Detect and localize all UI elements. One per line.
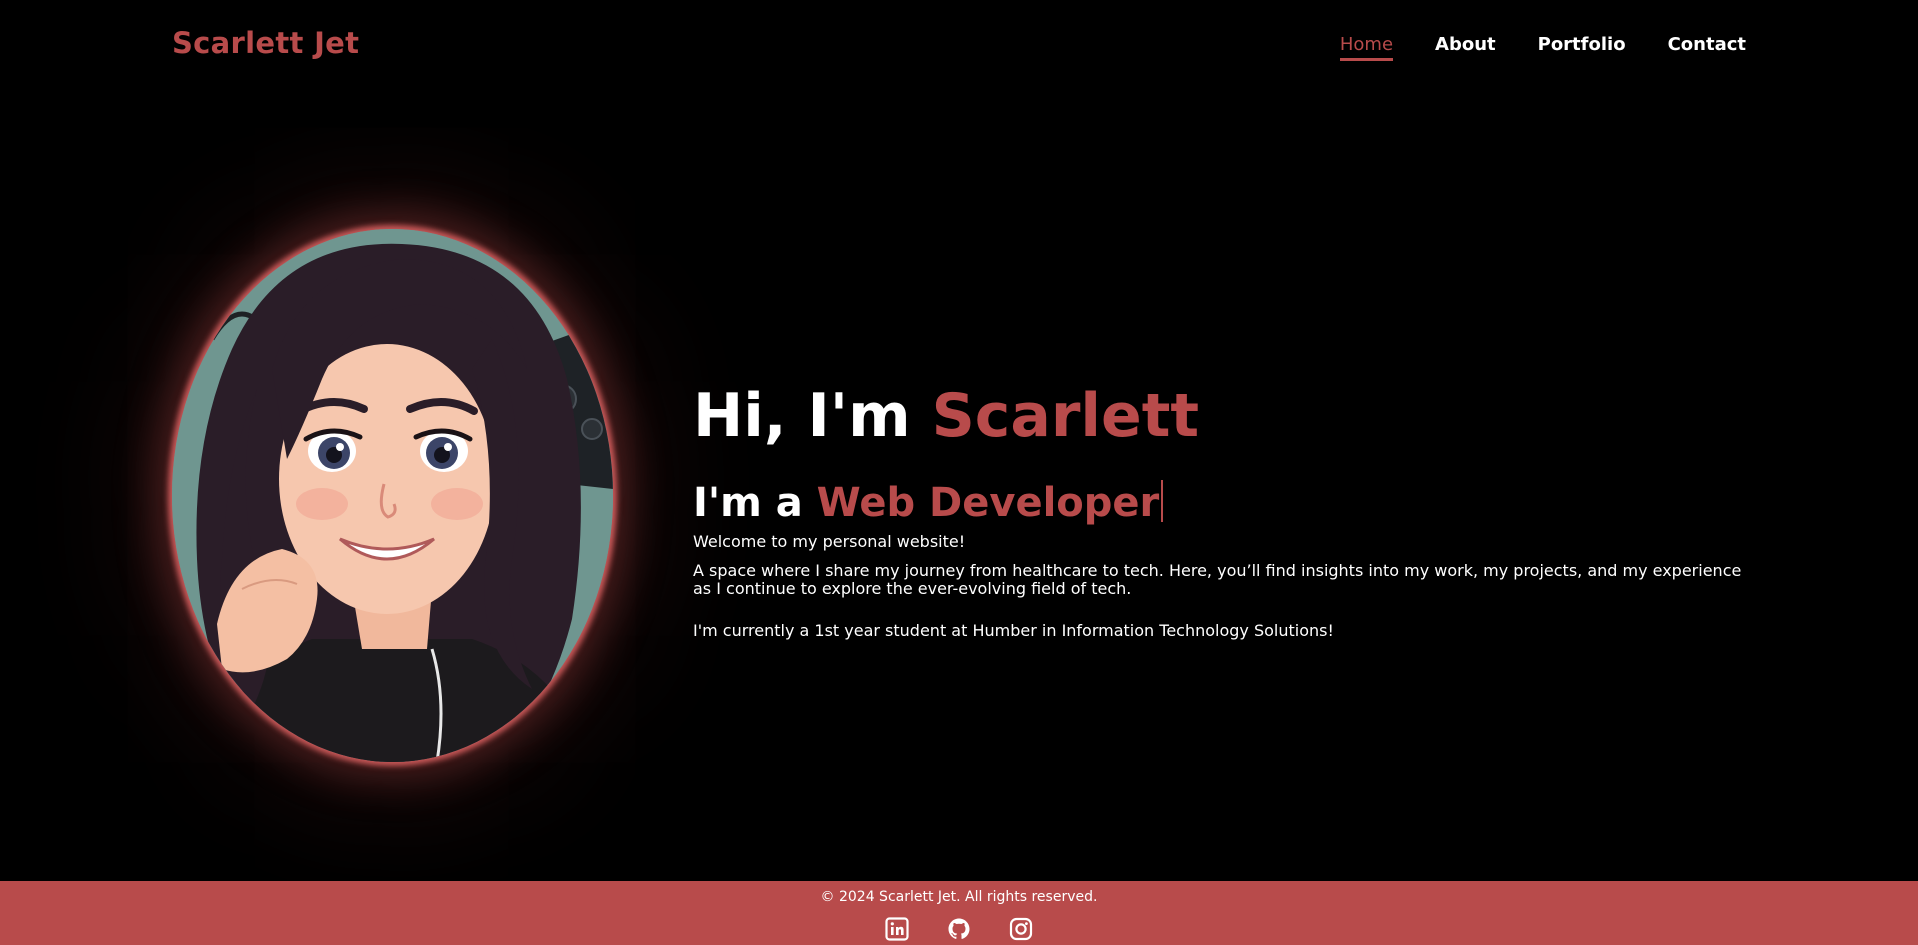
profile-portrait	[172, 229, 613, 762]
site-footer: © 2024 Scarlett Jet. All rights reserved…	[0, 881, 1918, 945]
copyright-text: © 2024 Scarlett Jet. All rights reserved…	[820, 889, 1098, 905]
greeting-prefix: Hi, I'm	[693, 381, 932, 451]
hero-greeting: Hi, I'm Scarlett	[693, 376, 1753, 456]
student-text: I'm currently a 1st year student at Humb…	[693, 621, 1334, 640]
instagram-icon[interactable]	[1009, 917, 1033, 941]
nav-contact[interactable]: Contact	[1668, 34, 1746, 59]
role-prefix: I'm a	[693, 480, 817, 526]
intro-text: A space where I share my journey from he…	[693, 561, 1742, 598]
role-title: Web Developer	[816, 480, 1160, 526]
greeting-name: Scarlett	[931, 381, 1200, 451]
site-header: Scarlett Jet Home About Portfolio Contac…	[0, 0, 1918, 92]
nav-home[interactable]: Home	[1339, 34, 1394, 61]
nav-about[interactable]: About	[1435, 34, 1496, 59]
welcome-text: Welcome to my personal website!	[693, 532, 966, 551]
social-links	[0, 917, 1918, 941]
hero-section: Hi, I'm Scarlett I'm a Web Developer Wel…	[693, 376, 1753, 641]
main-nav: Home About Portfolio Contact	[1339, 34, 1746, 61]
github-icon[interactable]	[947, 917, 971, 941]
typing-caret	[1161, 480, 1164, 522]
nav-portfolio[interactable]: Portfolio	[1538, 34, 1626, 59]
linkedin-icon[interactable]	[885, 917, 909, 941]
site-logo[interactable]: Scarlett Jet	[172, 26, 359, 60]
hero-role: I'm a Web Developer	[693, 478, 1753, 528]
